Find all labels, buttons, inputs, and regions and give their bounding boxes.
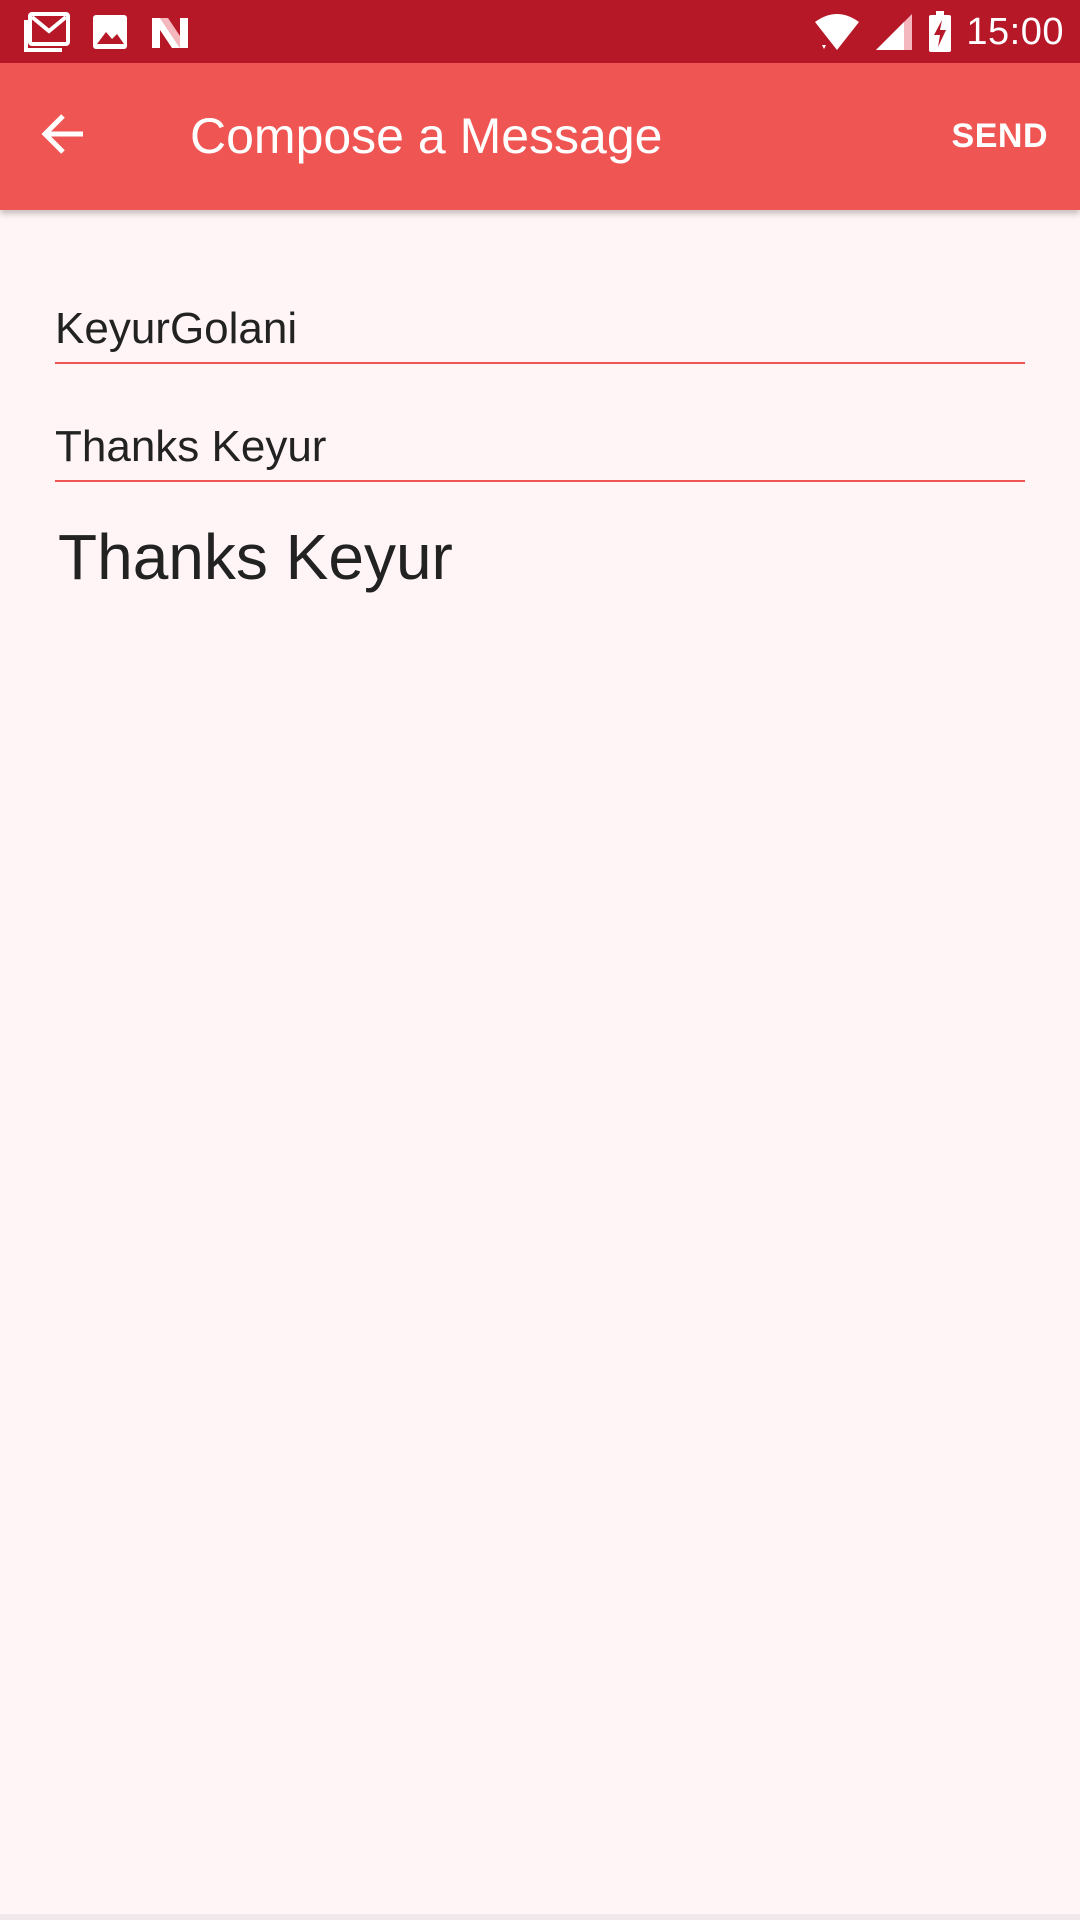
card-bottom-edge: [0, 1914, 1080, 1920]
app-bar: Compose a Message SEND: [0, 63, 1080, 210]
wifi-icon: [814, 12, 860, 52]
n-logo-icon: [150, 14, 190, 50]
message-body-text[interactable]: Thanks Keyur: [58, 520, 453, 594]
photo-icon: [92, 14, 128, 50]
page-title: Compose a Message: [190, 108, 663, 164]
back-button[interactable]: [30, 103, 96, 169]
cell-signal-icon: [874, 12, 914, 52]
recipient-field[interactable]: KeyurGolani: [55, 292, 1025, 364]
compose-form: KeyurGolani Thanks Keyur Thanks Keyur: [0, 210, 1080, 1920]
subject-value: Thanks Keyur: [55, 422, 327, 471]
system-status: 15:00: [814, 8, 1064, 56]
battery-charging-icon: [928, 11, 952, 53]
gmail-icon: [24, 12, 70, 52]
notification-icons: [24, 12, 190, 52]
status-bar: 15:00: [0, 0, 1080, 63]
subject-field[interactable]: Thanks Keyur: [55, 410, 1025, 482]
compose-screen: 15:00 Compose a Message SEND KeyurGolani…: [0, 0, 1080, 1920]
arrow-back-icon: [39, 110, 87, 163]
recipient-value: KeyurGolani: [55, 304, 298, 353]
status-time: 15:00: [966, 10, 1064, 53]
send-button[interactable]: SEND: [952, 63, 1048, 210]
